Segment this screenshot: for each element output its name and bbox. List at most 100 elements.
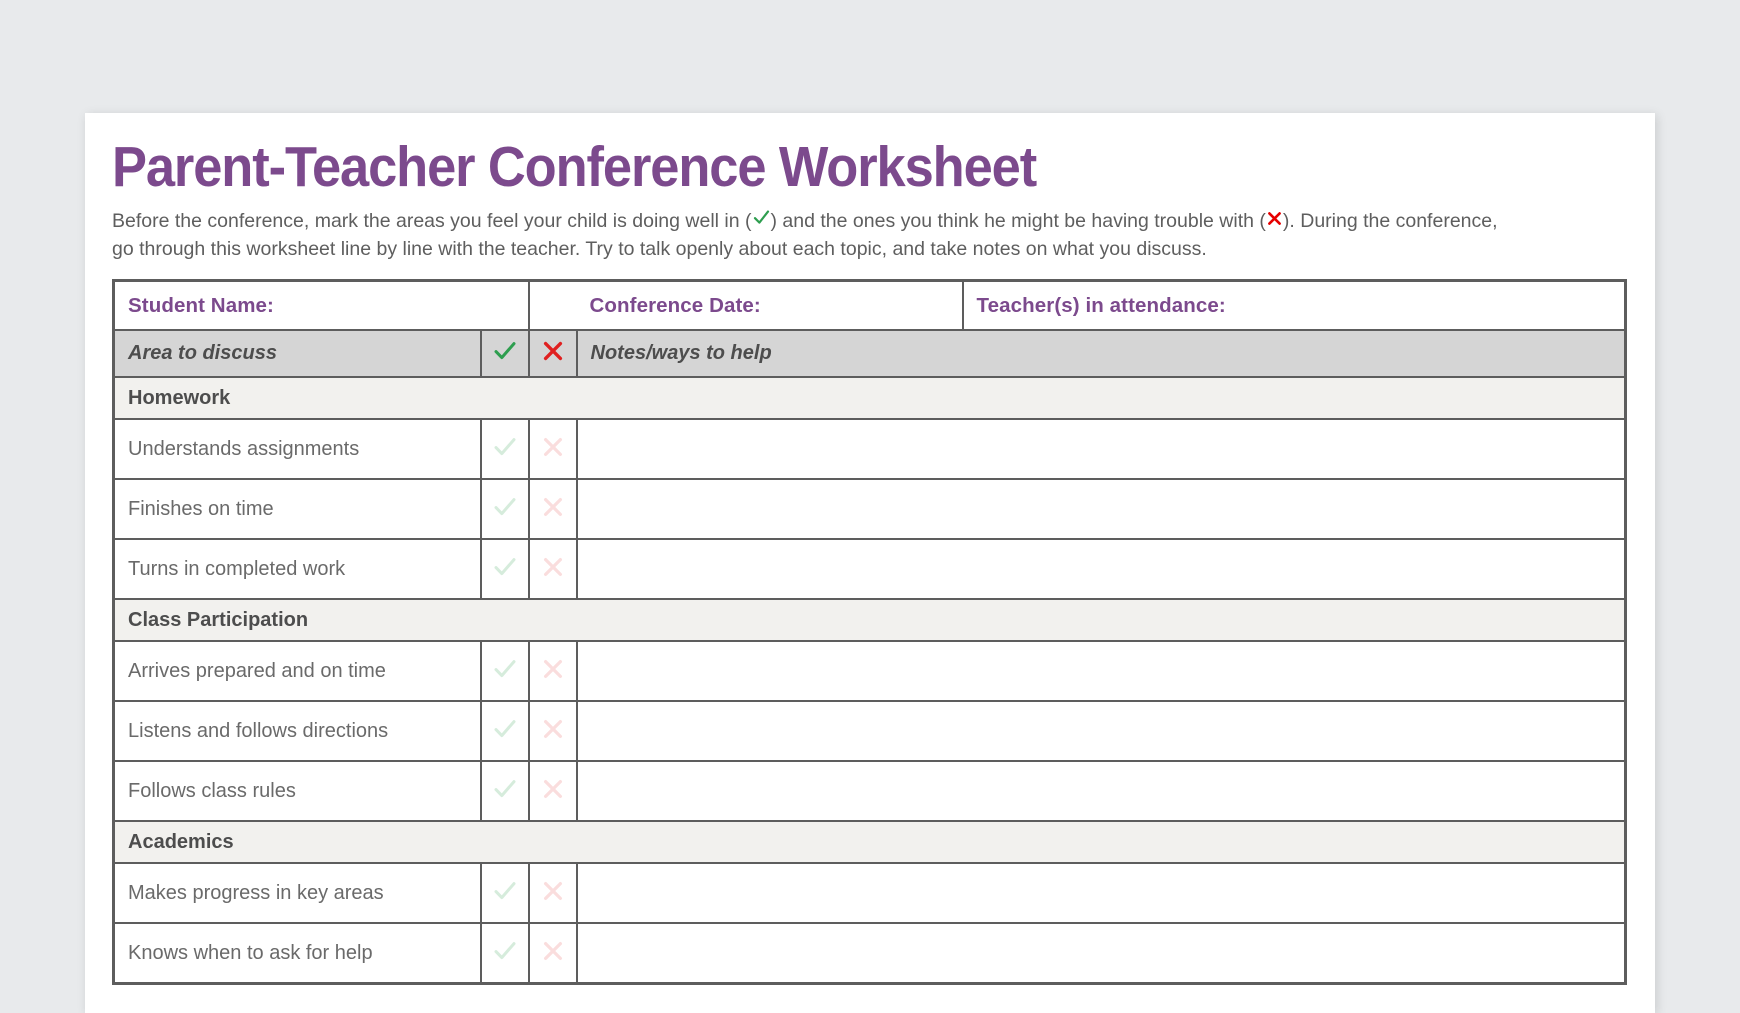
section-header-cell: Homework (114, 377, 1626, 419)
item-label-cell: Finishes on time (114, 479, 481, 539)
check-mark-icon (492, 338, 518, 364)
item-notes-cell[interactable] (577, 539, 1626, 599)
item-x-cell[interactable] (529, 863, 577, 923)
item-notes-cell[interactable] (577, 761, 1626, 821)
check-mark-icon[interactable] (492, 656, 518, 682)
table-row: Knows when to ask for help (114, 923, 1626, 984)
x-mark-icon[interactable] (541, 939, 565, 963)
item-x-cell[interactable] (529, 761, 577, 821)
conference-date-cell-spacer (529, 281, 577, 331)
check-mark-icon[interactable] (492, 716, 518, 742)
item-check-cell[interactable] (481, 419, 529, 479)
x-mark-icon (541, 339, 565, 363)
column-header-row: Area to discuss (114, 330, 1626, 377)
conference-date-label: Conference Date: (577, 294, 962, 318)
item-x-cell[interactable] (529, 479, 577, 539)
x-mark-icon (1266, 210, 1283, 227)
item-x-cell[interactable] (529, 419, 577, 479)
table-row: Understands assignments (114, 419, 1626, 479)
check-mark-icon[interactable] (492, 494, 518, 520)
info-row: Student Name: Conference Date: (114, 281, 1626, 331)
item-check-cell[interactable] (481, 761, 529, 821)
item-label-cell: Makes progress in key areas (114, 863, 481, 923)
item-label-cell: Knows when to ask for help (114, 923, 481, 984)
section-row-homework: Homework (114, 377, 1626, 419)
item-notes-cell[interactable] (577, 479, 1626, 539)
item-label-cell: Follows class rules (114, 761, 481, 821)
teachers-label: Teacher(s) in attendance: (964, 294, 1625, 318)
table-row: Turns in completed work (114, 539, 1626, 599)
table-row: Finishes on time (114, 479, 1626, 539)
section-title: Class Participation (115, 609, 1624, 632)
section-header-cell: Class Participation (114, 599, 1626, 641)
item-notes-cell[interactable] (577, 923, 1626, 984)
x-mark-icon[interactable] (541, 435, 565, 459)
intro-text-part2: ) and the ones you think he might be hav… (771, 210, 1266, 232)
item-label: Listens and follows directions (115, 720, 480, 743)
student-name-cell[interactable]: Student Name: (114, 281, 529, 331)
item-label: Arrives prepared and on time (115, 660, 480, 683)
table-row: Listens and follows directions (114, 701, 1626, 761)
item-notes-cell[interactable] (577, 419, 1626, 479)
item-label-cell: Understands assignments (114, 419, 481, 479)
item-check-cell[interactable] (481, 923, 529, 984)
check-mark-icon[interactable] (492, 776, 518, 802)
section-row-academics: Academics (114, 821, 1626, 863)
x-mark-icon[interactable] (541, 717, 565, 741)
item-notes-cell[interactable] (577, 863, 1626, 923)
section-title: Homework (115, 387, 1624, 410)
section-title: Academics (115, 831, 1624, 854)
section-row-class-participation: Class Participation (114, 599, 1626, 641)
page-canvas: Parent-Teacher Conference Worksheet Befo… (0, 0, 1740, 979)
student-name-label: Student Name: (115, 294, 528, 318)
x-mark-icon[interactable] (541, 777, 565, 801)
item-check-cell[interactable] (481, 701, 529, 761)
check-mark-icon[interactable] (492, 554, 518, 580)
worksheet-sheet: Parent-Teacher Conference Worksheet Befo… (85, 113, 1655, 1013)
item-x-cell[interactable] (529, 923, 577, 984)
item-label-cell: Listens and follows directions (114, 701, 481, 761)
item-label-cell: Turns in completed work (114, 539, 481, 599)
area-to-discuss-label: Area to discuss (115, 342, 480, 365)
item-label: Turns in completed work (115, 558, 480, 581)
worksheet-table: Student Name: Conference Date: (112, 279, 1627, 985)
item-check-cell[interactable] (481, 641, 529, 701)
x-column-header (529, 330, 577, 377)
table-row: Arrives prepared and on time (114, 641, 1626, 701)
x-mark-icon[interactable] (541, 879, 565, 903)
item-check-cell[interactable] (481, 479, 529, 539)
intro-text-part1: Before the conference, mark the areas yo… (112, 210, 752, 232)
item-x-cell[interactable] (529, 539, 577, 599)
notes-header-label: Notes/ways to help (578, 342, 1625, 365)
item-label: Knows when to ask for help (115, 942, 480, 965)
conference-date-cell[interactable]: Conference Date: (577, 282, 963, 329)
x-mark-icon[interactable] (541, 495, 565, 519)
item-label: Finishes on time (115, 498, 480, 521)
check-mark-icon[interactable] (492, 878, 518, 904)
check-column-header (481, 330, 529, 377)
x-mark-icon[interactable] (541, 657, 565, 681)
item-notes-cell[interactable] (577, 641, 1626, 701)
intro-paragraph: Before the conference, mark the areas yo… (112, 208, 1507, 263)
item-check-cell[interactable] (481, 863, 529, 923)
item-x-cell[interactable] (529, 701, 577, 761)
item-label-cell: Arrives prepared and on time (114, 641, 481, 701)
item-notes-cell[interactable] (577, 701, 1626, 761)
teachers-cell[interactable]: Teacher(s) in attendance: (963, 282, 1625, 329)
area-to-discuss-header: Area to discuss (114, 330, 481, 377)
item-label: Makes progress in key areas (115, 882, 480, 905)
table-row: Makes progress in key areas (114, 863, 1626, 923)
x-mark-icon[interactable] (541, 555, 565, 579)
item-label: Understands assignments (115, 438, 480, 461)
table-row: Follows class rules (114, 761, 1626, 821)
check-mark-icon[interactable] (492, 434, 518, 460)
item-x-cell[interactable] (529, 641, 577, 701)
section-header-cell: Academics (114, 821, 1626, 863)
item-label: Follows class rules (115, 780, 480, 803)
check-mark-icon (752, 208, 771, 227)
notes-column-header: Notes/ways to help (577, 330, 1626, 377)
conference-date-and-teacher-cell: Conference Date: Teacher(s) in attendanc… (577, 281, 1626, 331)
item-check-cell[interactable] (481, 539, 529, 599)
check-mark-icon[interactable] (492, 938, 518, 964)
page-title: Parent-Teacher Conference Worksheet (112, 139, 1507, 196)
